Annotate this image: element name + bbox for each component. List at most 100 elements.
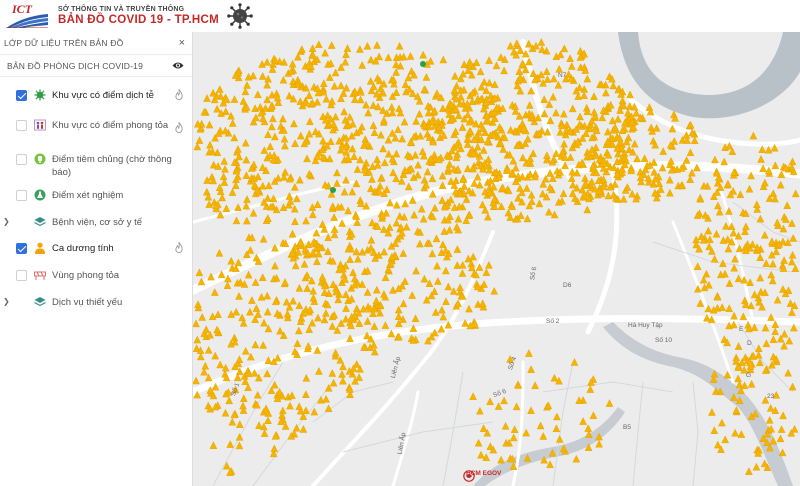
case-marker[interactable] — [756, 273, 765, 282]
case-marker[interactable] — [267, 122, 276, 131]
case-marker[interactable] — [706, 235, 714, 243]
case-marker[interactable] — [779, 285, 787, 293]
case-marker[interactable] — [686, 148, 695, 156]
case-marker[interactable] — [195, 136, 204, 144]
case-marker[interactable] — [282, 297, 291, 306]
case-marker[interactable] — [228, 417, 237, 426]
case-marker[interactable] — [251, 104, 259, 112]
case-marker[interactable] — [264, 214, 272, 222]
case-marker[interactable] — [474, 438, 483, 447]
checkbox-lockdown-point[interactable] — [16, 120, 27, 131]
case-marker[interactable] — [220, 157, 229, 165]
case-marker[interactable] — [248, 296, 256, 304]
case-marker[interactable] — [724, 179, 732, 188]
case-marker[interactable] — [242, 155, 251, 164]
case-marker[interactable] — [341, 314, 350, 323]
case-marker[interactable] — [400, 117, 409, 126]
case-marker[interactable] — [313, 200, 322, 208]
case-marker[interactable] — [263, 291, 272, 300]
case-marker[interactable] — [595, 439, 603, 448]
case-marker[interactable] — [486, 397, 494, 405]
case-marker[interactable] — [235, 432, 244, 441]
case-marker[interactable] — [358, 61, 367, 69]
case-marker[interactable] — [769, 259, 777, 268]
layer-item-test-point[interactable]: Điểm xét nghiệm — [0, 188, 193, 208]
case-marker[interactable] — [740, 275, 749, 284]
case-marker[interactable] — [222, 204, 231, 212]
case-marker[interactable] — [543, 75, 552, 83]
case-marker[interactable] — [392, 149, 401, 158]
case-marker[interactable] — [419, 50, 428, 59]
case-marker[interactable] — [288, 59, 297, 68]
case-marker[interactable] — [465, 304, 473, 313]
case-marker[interactable] — [305, 325, 314, 333]
case-marker[interactable] — [721, 435, 730, 444]
layer-item-positive-cases[interactable]: Ca dương tính — [0, 241, 193, 261]
heatmap-flame-icon[interactable] — [175, 122, 183, 133]
case-marker[interactable] — [710, 254, 719, 263]
case-marker[interactable] — [750, 290, 759, 299]
checkbox-epidemic-zone[interactable] — [16, 90, 27, 101]
case-marker[interactable] — [291, 217, 299, 225]
covid-map-section[interactable]: BẢN ĐỒ PHÒNG DỊCH COVID-19 — [0, 55, 192, 77]
layer-item-essential-services[interactable]: ❯ Dịch vụ thiết yếu — [0, 295, 193, 315]
case-marker[interactable] — [750, 323, 759, 331]
eye-icon[interactable] — [172, 61, 184, 70]
case-marker[interactable] — [348, 187, 357, 196]
case-marker[interactable] — [532, 41, 540, 50]
case-marker[interactable] — [298, 45, 306, 53]
case-marker[interactable] — [531, 381, 539, 389]
case-marker[interactable] — [752, 200, 761, 208]
case-marker[interactable] — [761, 178, 769, 187]
case-marker[interactable] — [438, 305, 446, 314]
case-marker[interactable] — [244, 270, 253, 279]
case-marker[interactable] — [251, 340, 260, 349]
case-marker[interactable] — [414, 160, 422, 169]
case-marker[interactable] — [456, 283, 464, 291]
case-marker[interactable] — [469, 392, 477, 400]
case-marker[interactable] — [788, 250, 797, 259]
case-marker[interactable] — [286, 401, 294, 410]
case-marker[interactable] — [344, 206, 352, 215]
case-marker[interactable] — [239, 394, 248, 402]
case-marker[interactable] — [645, 103, 654, 111]
case-marker[interactable] — [271, 132, 279, 141]
case-marker[interactable] — [372, 285, 381, 294]
case-marker[interactable] — [415, 109, 424, 118]
case-marker[interactable] — [281, 141, 289, 150]
case-marker[interactable] — [453, 245, 462, 253]
case-marker[interactable] — [559, 109, 568, 118]
case-marker[interactable] — [773, 218, 782, 227]
case-marker[interactable] — [454, 214, 463, 223]
case-marker[interactable] — [535, 199, 544, 208]
case-marker[interactable] — [523, 134, 532, 143]
case-marker[interactable] — [290, 204, 299, 213]
case-marker[interactable] — [773, 295, 782, 304]
case-marker[interactable] — [428, 249, 437, 258]
case-marker[interactable] — [331, 112, 340, 121]
case-marker[interactable] — [665, 175, 674, 184]
case-marker[interactable] — [270, 380, 279, 389]
case-marker[interactable] — [500, 66, 508, 75]
case-marker[interactable] — [246, 246, 255, 254]
case-marker[interactable] — [439, 55, 448, 64]
case-marker[interactable] — [270, 444, 279, 453]
case-marker[interactable] — [309, 286, 318, 295]
case-marker[interactable] — [747, 379, 756, 388]
case-marker[interactable] — [264, 181, 273, 190]
case-marker[interactable] — [368, 175, 376, 183]
case-marker[interactable] — [711, 155, 719, 164]
case-marker[interactable] — [392, 218, 401, 227]
case-marker[interactable] — [584, 424, 593, 432]
case-marker[interactable] — [209, 441, 218, 449]
case-marker[interactable] — [640, 154, 649, 162]
case-marker[interactable] — [380, 158, 389, 167]
case-marker[interactable] — [202, 325, 211, 333]
case-marker[interactable] — [290, 119, 298, 128]
case-marker[interactable] — [586, 385, 595, 393]
case-marker[interactable] — [476, 406, 484, 415]
case-marker[interactable] — [465, 210, 474, 219]
case-marker[interactable] — [791, 189, 800, 198]
case-marker[interactable] — [276, 326, 284, 335]
case-marker[interactable] — [412, 266, 420, 275]
